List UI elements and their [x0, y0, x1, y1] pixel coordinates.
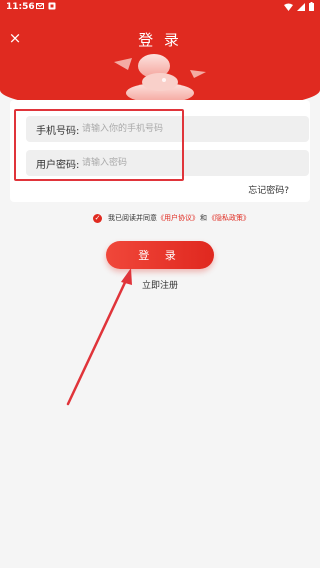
signal-icon: [297, 2, 305, 11]
status-time: 11:56: [6, 2, 35, 12]
notification-mail-icon: [36, 3, 44, 9]
agreement-prefix: 我已阅读并同意: [108, 214, 157, 222]
page-title: 登 录: [138, 31, 182, 49]
register-link[interactable]: 立即注册: [0, 278, 320, 291]
privacy-policy-link[interactable]: 《隐私政策》: [208, 213, 250, 223]
forgot-password-link[interactable]: 忘记密码?: [248, 183, 289, 196]
status-bar: 11:56: [0, 0, 320, 14]
mascot-illustration: [114, 54, 206, 103]
agreement-row: ✓ 我已阅读并同意 《用户协议》 和 《隐私政策》: [93, 213, 250, 223]
annotation-highlight-box: [14, 109, 184, 181]
user-agreement-link[interactable]: 《用户协议》: [157, 213, 199, 223]
check-icon: ✓: [94, 213, 101, 222]
notification-app-icon: [48, 2, 56, 10]
agreement-checkbox[interactable]: ✓: [93, 213, 102, 223]
register-label: 立即注册: [141, 281, 178, 291]
battery-icon: [309, 2, 314, 11]
login-button[interactable]: 登 录: [106, 241, 214, 269]
wifi-icon: [284, 3, 293, 11]
agreement-and: 和: [200, 214, 207, 222]
